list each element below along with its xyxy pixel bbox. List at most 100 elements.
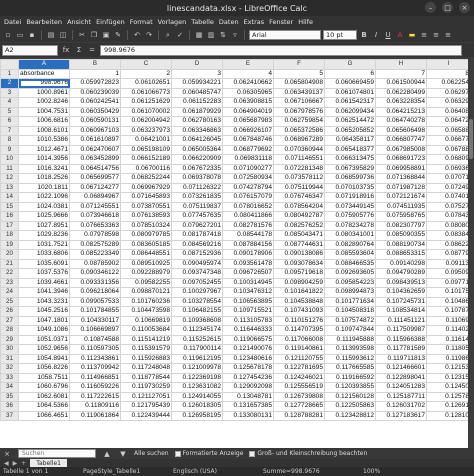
cell[interactable]: 0.106482155 bbox=[171, 306, 223, 317]
cell[interactable]: 0.109368608 bbox=[171, 315, 223, 326]
cell[interactable]: 0.133080131 bbox=[222, 410, 274, 421]
copy-icon[interactable]: ❐ bbox=[89, 30, 99, 40]
cell[interactable]: 0.09582255 bbox=[120, 277, 172, 288]
insert-column-icon[interactable]: ▥ bbox=[206, 30, 216, 40]
close-icon[interactable]: × bbox=[459, 2, 470, 13]
row-header[interactable]: 27 bbox=[0, 315, 19, 326]
row-header[interactable]: 31 bbox=[0, 353, 19, 364]
cell[interactable]: 998.9676 bbox=[18, 78, 70, 89]
cell[interactable]: 0.104362659 bbox=[375, 287, 427, 298]
cell[interactable]: 0.106669897 bbox=[69, 325, 121, 336]
menu-fenster[interactable]: Fenster bbox=[269, 18, 293, 26]
cell[interactable]: 0.110151276 bbox=[273, 315, 325, 326]
cell[interactable]: 0.117222615 bbox=[69, 391, 121, 402]
cell[interactable]: 0.062410662 bbox=[222, 78, 274, 89]
cell[interactable]: 0.088466535 bbox=[324, 258, 376, 269]
cell[interactable]: 2 bbox=[120, 68, 172, 79]
cell[interactable]: 1035.6091 bbox=[18, 258, 70, 269]
row-header[interactable]: 2 bbox=[0, 78, 19, 89]
cell[interactable]: 1016.3241 bbox=[18, 163, 70, 174]
cell[interactable]: 1000.8961 bbox=[18, 87, 70, 98]
cell[interactable]: 0.061610897 bbox=[69, 135, 121, 146]
cell[interactable]: 1004.7531 bbox=[18, 106, 70, 117]
cell[interactable]: 1008.6101 bbox=[18, 125, 70, 136]
cell[interactable]: 0.110053684 bbox=[120, 325, 172, 336]
cell[interactable]: 1014.3956 bbox=[18, 154, 70, 165]
cell[interactable]: 0.125187711 bbox=[375, 391, 427, 402]
cell[interactable]: 0.06421001 bbox=[120, 135, 172, 146]
new-document-icon[interactable]: ▫ bbox=[3, 30, 13, 40]
cell[interactable]: 0.06102651 bbox=[120, 78, 172, 89]
cell[interactable]: 0.109715521 bbox=[222, 306, 274, 317]
row-header[interactable]: 16 bbox=[0, 211, 19, 222]
cell[interactable]: 0.076157079 bbox=[222, 192, 274, 203]
cell[interactable]: 0.085043471 bbox=[273, 230, 325, 241]
cell[interactable]: 0.061074801 bbox=[324, 87, 376, 98]
cell[interactable]: 0.063346863 bbox=[171, 125, 223, 136]
cell[interactable]: 0.065198109 bbox=[120, 144, 172, 155]
row-header[interactable]: 25 bbox=[0, 296, 19, 307]
cell[interactable]: 0.100314945 bbox=[222, 277, 274, 288]
cell[interactable]: 0.122439444 bbox=[120, 410, 172, 421]
find-previous-icon[interactable]: ▲ bbox=[102, 449, 112, 459]
cell[interactable]: 0.069967929 bbox=[120, 182, 172, 193]
menu-ansicht[interactable]: Ansicht bbox=[67, 18, 91, 26]
redo-icon[interactable]: ↷ bbox=[144, 30, 154, 40]
menu-extras[interactable]: Extras bbox=[244, 18, 265, 26]
cell[interactable]: 0.098439513 bbox=[375, 277, 427, 288]
cell[interactable]: 1062.6081 bbox=[18, 391, 70, 402]
cell[interactable]: 1006.6816 bbox=[18, 116, 70, 127]
cell[interactable]: 0.073261835 bbox=[171, 192, 223, 203]
row-header[interactable]: 12 bbox=[0, 173, 19, 184]
cell[interactable]: 0.119730259 bbox=[120, 382, 172, 393]
cell[interactable]: 0.061879929 bbox=[171, 106, 223, 117]
cell[interactable]: 0.065699577 bbox=[69, 173, 121, 184]
cell[interactable]: 0.06700116 bbox=[120, 163, 172, 174]
cell[interactable]: 0.115926883 bbox=[120, 353, 172, 364]
row-header[interactable]: 11 bbox=[0, 163, 19, 174]
find-next-icon[interactable]: ▼ bbox=[118, 449, 128, 459]
row-header[interactable]: 23 bbox=[0, 277, 19, 288]
cell[interactable]: 0.08544178 bbox=[222, 230, 274, 241]
cell[interactable]: 0.11614 bbox=[426, 334, 471, 345]
cell[interactable]: 0.117900114 bbox=[171, 344, 223, 355]
cell[interactable]: 0.08779 bbox=[426, 249, 471, 260]
cell[interactable]: 0.08622 bbox=[426, 239, 471, 250]
row-header[interactable]: 5 bbox=[0, 106, 19, 117]
checkbox[interactable] bbox=[174, 450, 181, 457]
cell[interactable]: 0.095854223 bbox=[324, 277, 376, 288]
cell[interactable]: 0.127454236 bbox=[222, 372, 274, 383]
cell[interactable]: 0.119061864 bbox=[69, 410, 121, 421]
cell[interactable]: 1027.8951 bbox=[18, 220, 70, 231]
cell[interactable]: 0.065606498 bbox=[375, 125, 427, 136]
cell[interactable]: 0.063439137 bbox=[273, 87, 325, 98]
cell[interactable]: 0.067985008 bbox=[375, 144, 427, 155]
column-header[interactable]: I bbox=[426, 59, 471, 70]
cell[interactable]: 1054.8941 bbox=[18, 353, 70, 364]
cell[interactable]: 0.076653363 bbox=[69, 220, 121, 231]
cell[interactable]: 0.065205852 bbox=[324, 125, 376, 136]
cell[interactable]: 0.119140861 bbox=[273, 344, 325, 355]
cell[interactable]: 0.096726507 bbox=[222, 268, 274, 279]
cell[interactable]: 0.090178906 bbox=[222, 249, 274, 260]
cell[interactable]: 0.072580934 bbox=[222, 173, 274, 184]
cell[interactable]: 0.066220909 bbox=[171, 154, 223, 165]
cell[interactable]: 0.107431093 bbox=[273, 306, 325, 317]
cell[interactable]: 0.083605185 bbox=[120, 239, 172, 250]
cell[interactable]: 0.082575289 bbox=[69, 239, 121, 250]
font-size-select[interactable]: 10 pt bbox=[323, 30, 357, 40]
row-header[interactable]: 37 bbox=[0, 410, 19, 421]
cell[interactable]: 0.104538848 bbox=[273, 296, 325, 307]
cell[interactable]: 0.07249 bbox=[426, 182, 471, 193]
cell[interactable]: 1056.8226 bbox=[18, 363, 70, 374]
cell[interactable]: 0.125678178 bbox=[222, 363, 274, 374]
column-header[interactable]: A bbox=[18, 59, 70, 70]
cell[interactable]: 0.065687983 bbox=[222, 116, 274, 127]
align-right-icon[interactable]: ≡ bbox=[443, 30, 453, 40]
cell[interactable]: 0.093561478 bbox=[222, 258, 274, 269]
cell[interactable]: 0.06677 bbox=[426, 135, 471, 146]
cell[interactable]: 0.062759854 bbox=[273, 116, 325, 127]
cell[interactable]: 0.071126322 bbox=[171, 182, 223, 193]
cell[interactable]: 1010.5386 bbox=[18, 135, 70, 146]
cell[interactable]: 0.071918916 bbox=[324, 192, 376, 203]
